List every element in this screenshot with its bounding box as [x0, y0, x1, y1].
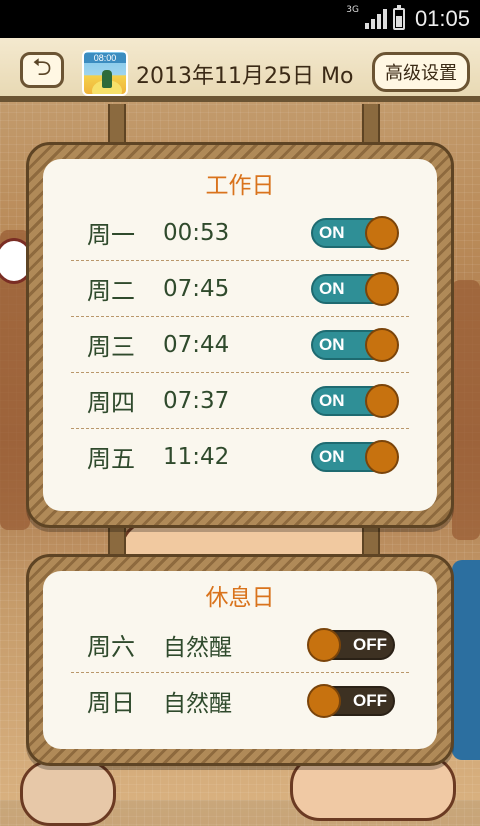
- alarm-row-wednesday[interactable]: 周三 07:44 ON: [71, 317, 409, 373]
- toggle-knob: [307, 684, 341, 718]
- toggle-knob: [365, 328, 399, 362]
- weekend-title: 休息日: [205, 585, 275, 611]
- alarm-toggle-sunday[interactable]: OFF: [307, 684, 395, 718]
- day-label: 周二: [87, 277, 135, 305]
- alarm-time[interactable]: 07:44: [163, 332, 229, 358]
- toggle-knob: [365, 272, 399, 306]
- avatar-figure-shape: [102, 70, 112, 88]
- alarm-time[interactable]: 自然醒: [163, 628, 232, 662]
- alarm-row-monday[interactable]: 周一 00:53 ON: [71, 205, 409, 261]
- avatar-time-label: 08:00: [84, 53, 126, 63]
- alarm-time[interactable]: 07:37: [163, 388, 229, 414]
- alarm-row-tuesday[interactable]: 周二 07:45 ON: [71, 261, 409, 317]
- alarm-row-thursday[interactable]: 周四 07:37 ON: [71, 373, 409, 429]
- toggle-knob: [365, 384, 399, 418]
- weekend-panel-body: 休息日 周六 自然醒 OFF 周日 自然醒 OFF: [43, 571, 437, 749]
- status-time: 01:05: [414, 6, 470, 31]
- toggle-label: OFF: [353, 691, 387, 710]
- battery-icon: [392, 5, 405, 30]
- weekend-panel: 休息日 周六 自然醒 OFF 周日 自然醒 OFF: [26, 554, 454, 766]
- alarm-toggle-wednesday[interactable]: ON: [311, 328, 399, 362]
- toggle-label: ON: [319, 335, 345, 354]
- alarm-toggle-thursday[interactable]: ON: [311, 384, 399, 418]
- background-character-right: [452, 560, 480, 760]
- workday-title: 工作日: [205, 173, 275, 199]
- alarm-toggle-monday[interactable]: ON: [311, 216, 399, 250]
- header-bar: ⮌ 08:00 2013年11月25日 Mo 高级设置: [0, 38, 480, 102]
- toggle-label: ON: [319, 391, 345, 410]
- date-title: 2013年11月25日 Mo: [136, 64, 354, 89]
- app-avatar[interactable]: 08:00: [82, 50, 128, 96]
- toggle-label: OFF: [353, 635, 387, 654]
- alarm-toggle-saturday[interactable]: OFF: [307, 628, 395, 662]
- workday-panel: 工作日 周一 00:53 ON 周二 07:45 ON 周三 07:44 ON: [26, 142, 454, 528]
- back-button[interactable]: ⮌: [20, 52, 64, 88]
- toggle-label: ON: [319, 279, 345, 298]
- alarm-row-sunday[interactable]: 周日 自然醒 OFF: [71, 673, 409, 728]
- day-label: 周四: [87, 389, 135, 417]
- advanced-settings-button[interactable]: 高级设置: [372, 52, 470, 92]
- background-cliff-right: [452, 280, 480, 540]
- toggle-label: ON: [319, 223, 345, 242]
- alarm-time[interactable]: 07:45: [163, 276, 229, 302]
- day-label: 周一: [87, 221, 135, 249]
- toggle-knob: [365, 440, 399, 474]
- day-label: 周日: [87, 689, 135, 717]
- background-character-bottom-left: [20, 760, 116, 826]
- back-arrow-icon: ⮌: [32, 52, 52, 81]
- alarm-row-friday[interactable]: 周五 11:42 ON: [71, 429, 409, 484]
- alarm-row-saturday[interactable]: 周六 自然醒 OFF: [71, 617, 409, 673]
- alarm-time[interactable]: 00:53: [163, 220, 229, 246]
- day-label: 周六: [87, 633, 135, 661]
- network-type: 3G: [346, 5, 359, 15]
- alarm-time[interactable]: 11:42: [163, 444, 229, 470]
- day-label: 周三: [87, 333, 135, 361]
- toggle-knob: [365, 216, 399, 250]
- toggle-label: ON: [319, 447, 345, 466]
- day-label: 周五: [87, 445, 135, 473]
- alarm-toggle-tuesday[interactable]: ON: [311, 272, 399, 306]
- toggle-knob: [307, 628, 341, 662]
- signal-icon: [364, 9, 387, 29]
- workday-panel-body: 工作日 周一 00:53 ON 周二 07:45 ON 周三 07:44 ON: [43, 159, 437, 511]
- status-bar: 3G 01:05: [0, 0, 480, 38]
- alarm-toggle-friday[interactable]: ON: [311, 440, 399, 474]
- alarm-time[interactable]: 自然醒: [163, 684, 232, 718]
